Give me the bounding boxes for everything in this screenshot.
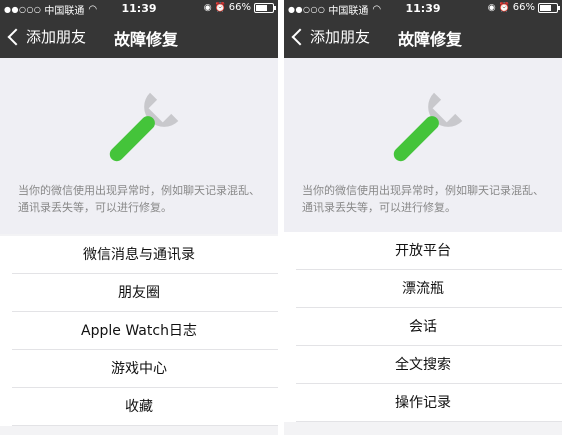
repair-options-list: 微信消息与通讯录 朋友圈 Apple Watch日志 游戏中心 收藏 bbox=[0, 236, 278, 426]
battery-icon bbox=[254, 2, 276, 13]
page-title: 故障修复 bbox=[397, 30, 462, 49]
navigation-bar: 添加朋友 故障修复 bbox=[284, 18, 562, 58]
alarm-icon: ⏰ bbox=[214, 2, 226, 13]
wrench-icon bbox=[393, 92, 463, 162]
list-item[interactable]: 游戏中心 bbox=[0, 350, 278, 388]
wrench-icon bbox=[109, 92, 179, 162]
battery-icon bbox=[538, 2, 560, 13]
list-item[interactable]: 会话 bbox=[284, 308, 562, 346]
list-item[interactable]: Apple Watch日志 bbox=[0, 312, 278, 350]
navigation-bar: 添加朋友 故障修复 bbox=[0, 18, 278, 58]
list-item[interactable]: 开放平台 bbox=[284, 232, 562, 270]
list-item[interactable]: 微信消息与通讯录 bbox=[0, 236, 278, 274]
page-title: 故障修复 bbox=[113, 30, 178, 49]
list-item[interactable]: 漂流瓶 bbox=[284, 270, 562, 308]
lock-icon: ◉ bbox=[487, 2, 496, 13]
repair-description: 当你的微信使用出现异常时，例如聊天记录混乱、通讯录丢失等，可以进行修复。 bbox=[18, 184, 260, 214]
repair-header: 当你的微信使用出现异常时，例如聊天记录混乱、通讯录丢失等，可以进行修复。 bbox=[0, 58, 278, 234]
battery-percent: 66% bbox=[228, 2, 251, 13]
left-screen: ●●○○○ 中国联通 ◠ 11:39 ◉ ⏰ 66% 添加朋友 故障修复 当你的… bbox=[0, 0, 278, 435]
list-item[interactable]: 全文搜索 bbox=[284, 346, 562, 384]
list-item[interactable]: 操作记录 bbox=[284, 384, 562, 422]
repair-description: 当你的微信使用出现异常时，例如聊天记录混乱、通讯录丢失等，可以进行修复。 bbox=[302, 184, 544, 214]
status-bar: ●●○○○ 中国联通 ◠ 11:39 ◉ ⏰ 66% bbox=[0, 0, 278, 18]
repair-header: 当你的微信使用出现异常时，例如聊天记录混乱、通讯录丢失等，可以进行修复。 bbox=[284, 58, 562, 234]
list-item[interactable]: 收藏 bbox=[0, 388, 278, 426]
right-screen: ●●○○○ 中国联通 ◠ 11:39 ◉ ⏰ 66% 添加朋友 故障修复 当你的… bbox=[284, 0, 562, 435]
lock-icon: ◉ bbox=[203, 2, 212, 13]
alarm-icon: ⏰ bbox=[498, 2, 510, 13]
repair-options-list: 开放平台 漂流瓶 会话 全文搜索 操作记录 bbox=[284, 232, 562, 422]
status-bar: ●●○○○ 中国联通 ◠ 11:39 ◉ ⏰ 66% bbox=[284, 0, 562, 18]
list-item[interactable]: 朋友圈 bbox=[0, 274, 278, 312]
battery-percent: 66% bbox=[512, 2, 535, 13]
